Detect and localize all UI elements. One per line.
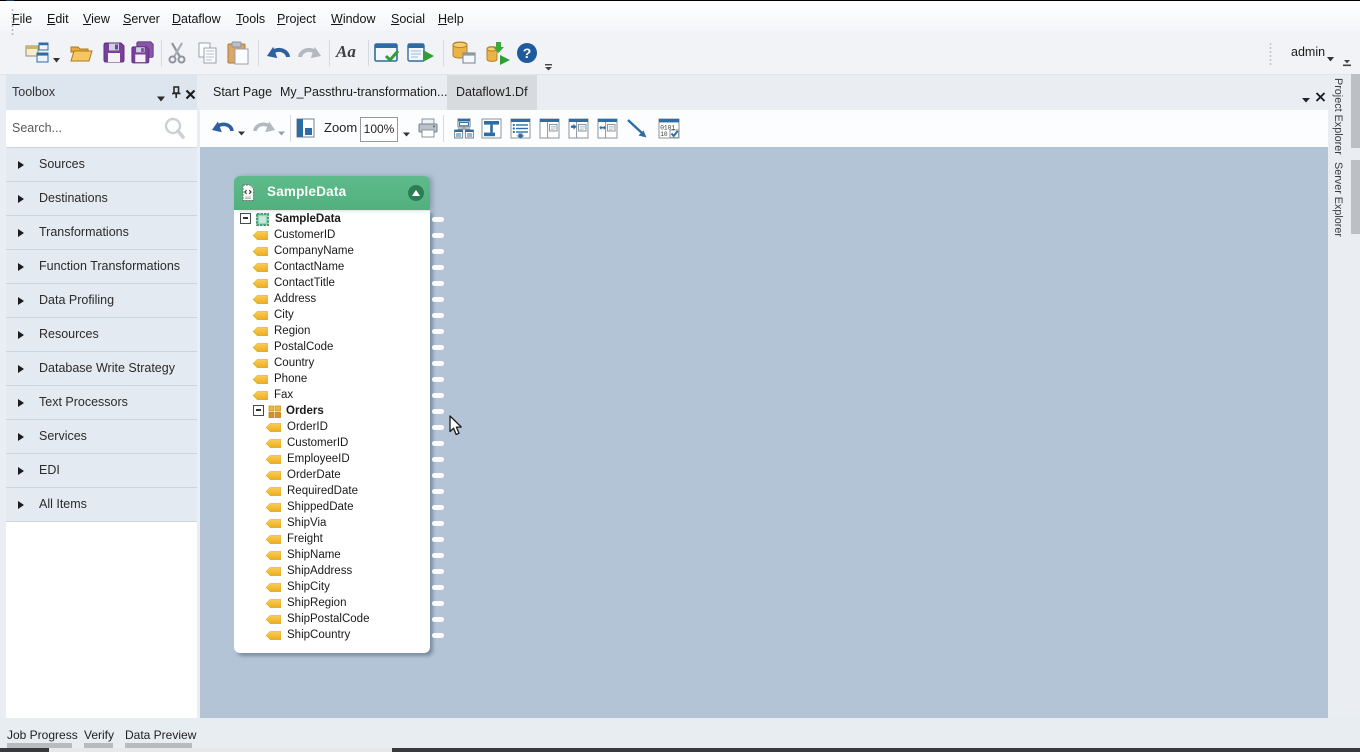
svg-text:10: 10 bbox=[660, 131, 668, 138]
svg-text:?: ? bbox=[523, 45, 532, 61]
